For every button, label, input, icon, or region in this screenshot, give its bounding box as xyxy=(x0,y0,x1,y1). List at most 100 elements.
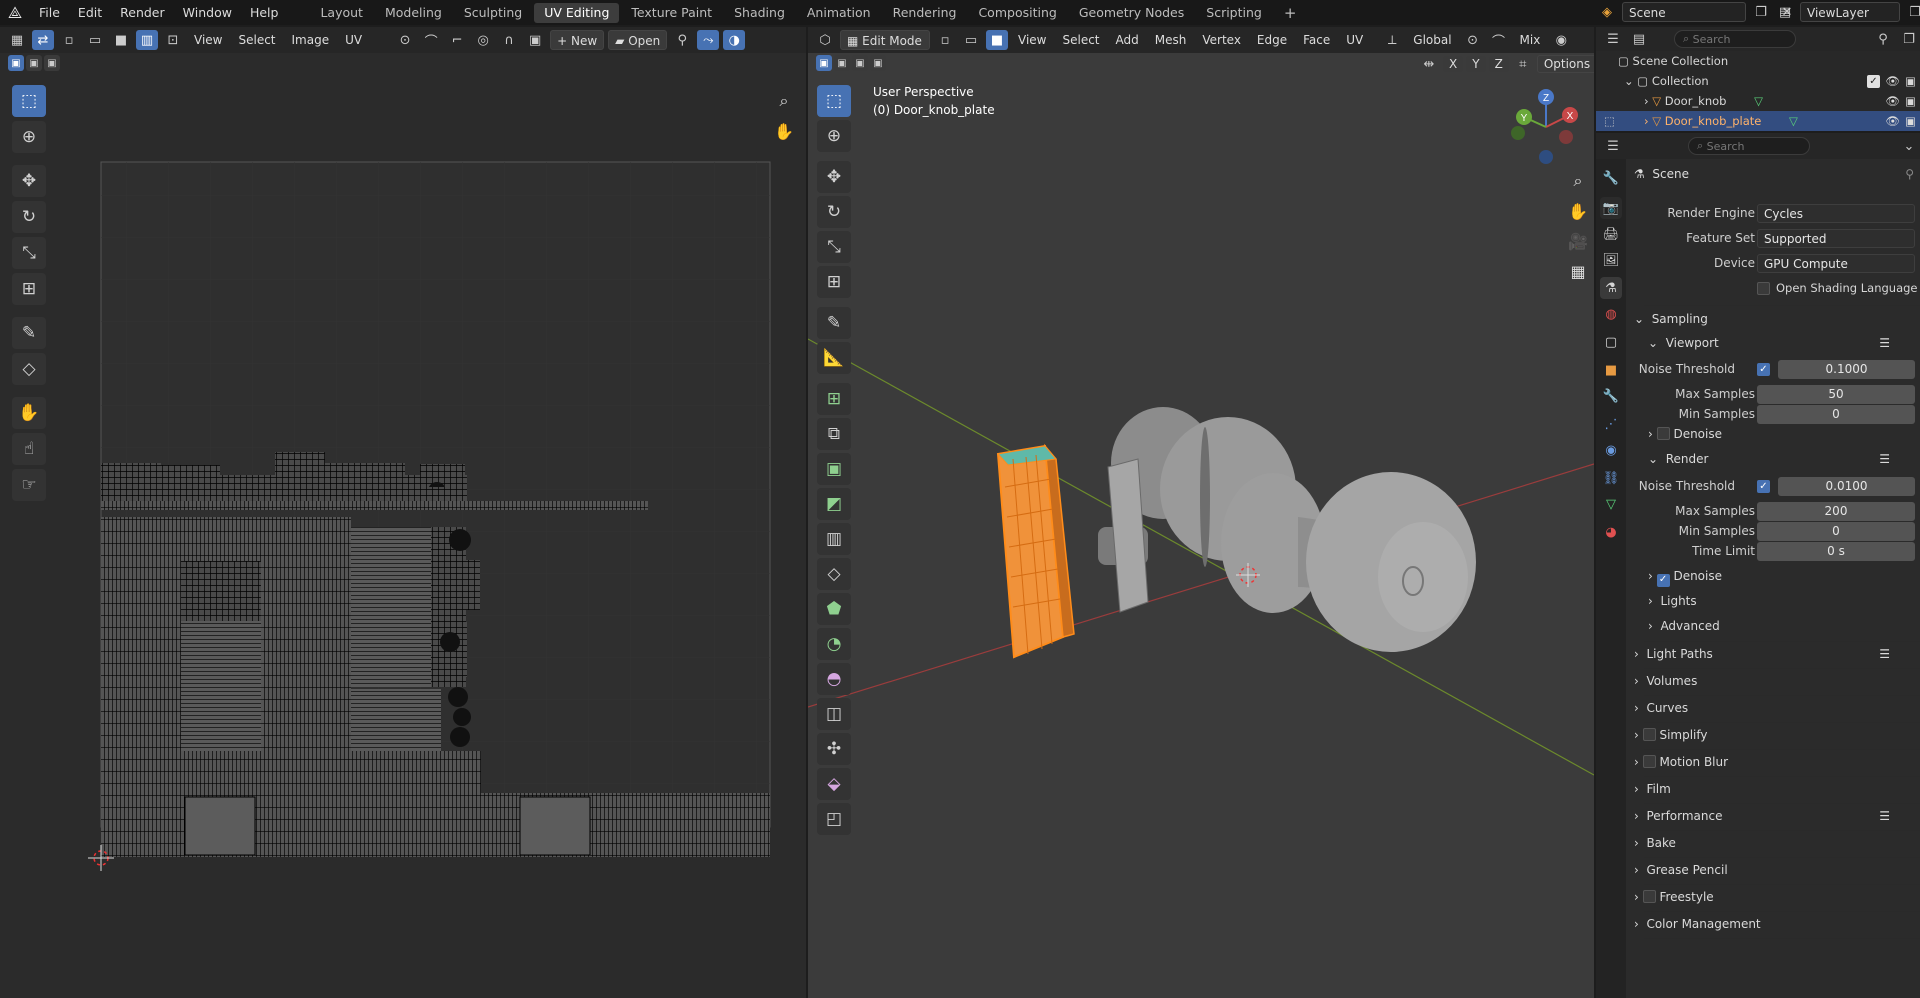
uv-menu-uv[interactable]: UV xyxy=(339,30,368,50)
pin-icon[interactable]: ⚲ xyxy=(1905,167,1914,181)
viewport-min-field[interactable]: 0 xyxy=(1757,404,1915,424)
object-tab-icon[interactable]: ■ xyxy=(1600,359,1622,381)
scene-tab-icon[interactable]: ⚗ xyxy=(1600,277,1622,299)
select-extend-icon[interactable]: ▣ xyxy=(26,55,42,71)
vp-menu-face[interactable]: Face xyxy=(1297,30,1336,50)
pivot-icon[interactable]: ⊙ xyxy=(394,30,416,50)
mode-selector[interactable]: ▦ Edit Mode xyxy=(840,30,930,50)
vp-measure-tool-icon[interactable]: 📐 xyxy=(817,342,851,374)
list-icon[interactable]: ☰ xyxy=(1879,642,1890,666)
falloff-icon[interactable]: ∩ xyxy=(498,30,520,50)
viewport-noise-field[interactable]: 0.1000 xyxy=(1778,359,1915,379)
pin-icon[interactable]: ⚲ xyxy=(671,30,693,50)
auto-merge-icon[interactable]: ⌗ xyxy=(1512,56,1534,72)
face-select-icon[interactable]: ■ xyxy=(986,30,1008,50)
new-scene-icon[interactable]: ❐ xyxy=(1750,2,1772,22)
add-cube-tool-icon[interactable]: ⊞ xyxy=(817,383,851,415)
grab-tool-icon[interactable]: ✋ xyxy=(12,397,46,429)
viewport-subpanel-header[interactable]: ⌄ Viewport ☰ xyxy=(1648,331,1920,355)
world-tab-icon[interactable]: ◍ xyxy=(1600,303,1622,325)
render-engine-dropdown[interactable]: Cycles xyxy=(1757,203,1915,223)
snap-icon[interactable]: ⌒ xyxy=(420,30,442,50)
smooth-tool-icon[interactable]: ◓ xyxy=(817,663,851,695)
blender-logo-icon[interactable]: ⟁ xyxy=(0,0,30,25)
vp-select-subtract-icon[interactable]: ▣ xyxy=(852,55,868,71)
rip-region-tool-icon[interactable]: ◰ xyxy=(817,803,851,835)
new-image-button[interactable]: + New xyxy=(550,30,605,50)
render-tab-icon[interactable]: 📷 xyxy=(1600,197,1622,219)
render-camera-icon[interactable]: ▣ xyxy=(1905,91,1916,111)
vp-menu-view[interactable]: View xyxy=(1012,30,1052,50)
particles-tab-icon[interactable]: ⋰ xyxy=(1600,413,1622,435)
outliner-item-door-knob[interactable]: › ▽ Door_knob ▽ 👁 ▣ xyxy=(1596,91,1920,111)
outliner-item-door-knob-plate[interactable]: ⬚ › ▽ Door_knob_plate ▽ 👁 ▣ xyxy=(1596,111,1920,131)
render-noise-checkbox[interactable]: ✓ xyxy=(1757,479,1770,493)
viewport-editor-type-icon[interactable]: ⬡ xyxy=(814,30,836,50)
lights-subpanel-header[interactable]: › Lights xyxy=(1648,589,1920,613)
vp-cursor-tool-icon[interactable]: ⊕ xyxy=(817,120,851,152)
pivot-point-icon[interactable]: ⊙ xyxy=(1462,30,1484,50)
view-layer-field[interactable]: ViewLayer xyxy=(1800,2,1900,22)
scene-icon[interactable]: ◈ xyxy=(1596,2,1618,22)
view-layer-icon[interactable]: ▤ xyxy=(1774,2,1796,22)
move-tool-icon[interactable]: ✥ xyxy=(12,165,46,197)
transform-tool-icon[interactable]: ⊞ xyxy=(12,273,46,305)
mirror-y-toggle[interactable]: Y xyxy=(1466,56,1486,72)
render-noise-field[interactable]: 0.0100 xyxy=(1778,476,1915,496)
output-tab-icon[interactable]: 🖨 xyxy=(1600,223,1622,245)
mirror-z-toggle[interactable]: Z xyxy=(1488,56,1509,72)
vp-transform-tool-icon[interactable]: ⊞ xyxy=(817,266,851,298)
add-workspace-button[interactable]: + xyxy=(1274,3,1307,23)
annotate-tool-icon[interactable]: ✎ xyxy=(12,317,46,349)
select-mode-vertex-icon[interactable]: ▫ xyxy=(58,30,80,50)
new-collection-icon[interactable]: ❐ xyxy=(1898,29,1920,49)
render-denoise-checkbox[interactable]: ✓ xyxy=(1656,573,1670,587)
mirror-icon[interactable]: ⇹ xyxy=(1418,56,1440,72)
snap-target-icon[interactable]: ⌐ xyxy=(446,30,468,50)
visibility-eye-icon[interactable]: 👁 xyxy=(1885,111,1900,131)
select-mode-island-icon[interactable]: ▥ xyxy=(136,30,158,50)
viewport-max-field[interactable]: 50 xyxy=(1757,384,1915,404)
vertex-select-icon[interactable]: ▫ xyxy=(934,30,956,50)
vp-select-intersect-icon[interactable]: ▣ xyxy=(870,55,886,71)
shrink-fatten-tool-icon[interactable]: ✣ xyxy=(817,733,851,765)
spin-tool-icon[interactable]: ◔ xyxy=(817,628,851,660)
image-browse-icon[interactable]: ▣ xyxy=(524,30,546,50)
rotate-tool-icon[interactable]: ↻ xyxy=(12,201,46,233)
options-button[interactable]: Options xyxy=(1536,55,1594,73)
camera-view-icon[interactable]: 🎥 xyxy=(1564,227,1592,255)
vp-pan-icon[interactable]: ✋ xyxy=(1564,197,1592,225)
tab-shading[interactable]: Shading xyxy=(724,3,795,23)
panel-bake[interactable]: › Bake xyxy=(1634,831,1920,855)
shading-mix-selector[interactable]: Mix xyxy=(1514,30,1547,50)
list-icon[interactable]: ☰ xyxy=(1879,447,1890,471)
proportional-icon[interactable]: ◉ xyxy=(1550,30,1572,50)
time-limit-field[interactable]: 0 s xyxy=(1757,541,1915,561)
scene-collection-row[interactable]: ▢ Scene Collection xyxy=(1596,51,1920,71)
advanced-subpanel-header[interactable]: › Advanced xyxy=(1648,614,1920,638)
menu-file[interactable]: File xyxy=(30,0,69,25)
bevel-tool-icon[interactable]: ◩ xyxy=(817,488,851,520)
gizmo-icon[interactable]: ⤳ xyxy=(697,30,720,50)
panel-light-paths[interactable]: › Light Paths ☰ xyxy=(1634,642,1920,666)
properties-editor-type-icon[interactable]: ☰ xyxy=(1602,136,1624,156)
panel-performance[interactable]: › Performance ☰ xyxy=(1634,804,1920,828)
viewport-denoise-checkbox[interactable] xyxy=(1656,427,1670,440)
visibility-eye-icon[interactable]: 👁 xyxy=(1885,71,1900,91)
render-camera-icon[interactable]: ▣ xyxy=(1905,71,1916,91)
freestyle-checkbox[interactable] xyxy=(1642,890,1656,903)
menu-window[interactable]: Window xyxy=(174,0,241,25)
outliner-editor-type-icon[interactable]: ☰ xyxy=(1602,29,1624,49)
sticky-select-icon[interactable]: ⊡ xyxy=(162,30,184,50)
view-layer-tab-icon[interactable]: 🖼 xyxy=(1600,249,1622,271)
extrude-tool-icon[interactable]: ⧉ xyxy=(817,418,851,450)
vp-move-tool-icon[interactable]: ✥ xyxy=(817,161,851,193)
properties-search[interactable]: ⌕ Search xyxy=(1688,137,1810,155)
collection-tab-icon[interactable]: ▢ xyxy=(1600,331,1622,353)
tab-modeling[interactable]: Modeling xyxy=(375,3,452,23)
edge-select-icon[interactable]: ▭ xyxy=(960,30,982,50)
panel-motion-blur[interactable]: › Motion Blur xyxy=(1634,750,1920,774)
uv-menu-view[interactable]: View xyxy=(188,30,228,50)
display-mode-icon[interactable]: ▤ xyxy=(1628,29,1650,49)
tool-tab-icon[interactable]: 🔧 xyxy=(1600,167,1622,189)
